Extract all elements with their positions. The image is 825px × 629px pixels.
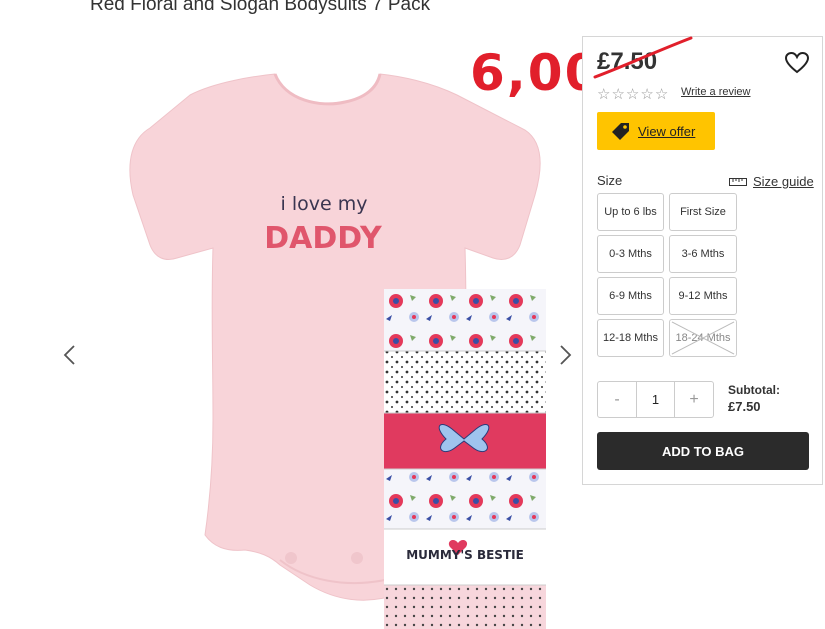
- chevron-right-icon: [560, 345, 572, 365]
- chevron-left-icon: [63, 345, 75, 365]
- product-price: £7.50: [597, 48, 658, 75]
- size-guide-label: Size guide: [753, 174, 814, 189]
- star-icon: ☆: [654, 86, 669, 103]
- quantity-stepper: - 1 +: [597, 381, 714, 418]
- quantity-increase-button[interactable]: +: [675, 382, 713, 417]
- subtotal: Subtotal: £7.50: [728, 383, 780, 414]
- size-option[interactable]: 0-3 Mths: [597, 235, 664, 273]
- star-icon: ☆: [597, 86, 611, 103]
- quantity-decrease-button[interactable]: -: [598, 382, 636, 417]
- size-option-unavailable[interactable]: 18-24 Mths: [669, 319, 737, 357]
- purchase-panel: £7.50 ☆ ☆ ☆ ☆ ☆ Write a review View offe…: [582, 36, 823, 485]
- view-offer-button[interactable]: View offer: [597, 112, 715, 150]
- size-guide-link[interactable]: Size guide: [729, 174, 814, 189]
- slogan-line-1: i love my: [281, 193, 368, 215]
- size-options: Up to 6 lbs First Size 0-3 Mths 3-6 Mths…: [597, 193, 737, 357]
- previous-image-arrow[interactable]: [60, 340, 80, 370]
- write-review-link[interactable]: Write a review: [681, 86, 750, 98]
- pack-card-text: MUMMY'S BESTIE: [406, 548, 524, 562]
- subtotal-value: £7.50: [728, 399, 761, 414]
- size-option[interactable]: First Size: [669, 193, 737, 231]
- size-option[interactable]: Up to 6 lbs: [597, 193, 664, 231]
- add-to-bag-button[interactable]: ADD TO BAG: [597, 432, 809, 470]
- tag-icon: [612, 123, 629, 140]
- pack-image: MUMMY'S BESTIE: [384, 289, 546, 629]
- product-title: Red Floral and Slogan Bodysuits 7 Pack: [90, 0, 431, 15]
- size-label: Size: [597, 173, 623, 188]
- ruler-icon: [729, 177, 747, 186]
- star-icon: ☆: [640, 86, 654, 103]
- rating-stars: ☆ ☆ ☆ ☆ ☆: [597, 87, 668, 103]
- size-option[interactable]: 12-18 Mths: [597, 319, 664, 357]
- next-image-arrow[interactable]: [555, 340, 575, 370]
- wishlist-heart-icon[interactable]: [784, 51, 810, 75]
- quantity-input[interactable]: 1: [636, 382, 675, 417]
- view-offer-label: View offer: [638, 123, 696, 139]
- unavailable-cross-icon: [671, 321, 735, 355]
- star-icon: ☆: [611, 86, 625, 103]
- slogan-line-2: DADDY: [264, 221, 383, 256]
- star-icon: ☆: [625, 86, 640, 103]
- subtotal-label: Subtotal:: [728, 383, 780, 397]
- size-option[interactable]: 9-12 Mths: [669, 277, 737, 315]
- size-option[interactable]: 6-9 Mths: [597, 277, 664, 315]
- size-option[interactable]: 3-6 Mths: [669, 235, 737, 273]
